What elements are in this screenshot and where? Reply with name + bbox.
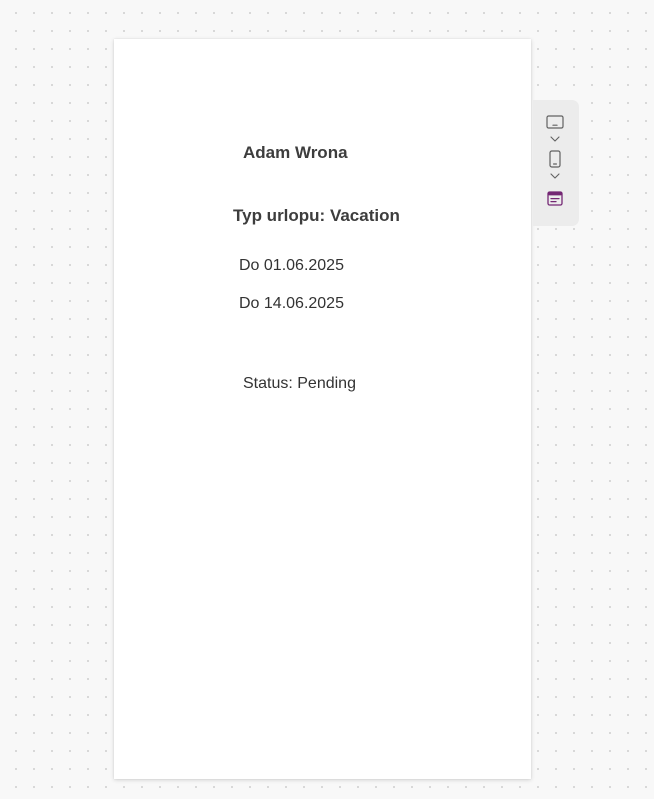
form-layout-icon	[547, 190, 563, 206]
date-from-label: Do 01.06.2025	[239, 257, 344, 274]
chevron-down-icon	[550, 136, 560, 142]
form-layout-button[interactable]	[544, 187, 566, 209]
phone-icon	[549, 150, 561, 168]
phone-button[interactable]	[544, 148, 566, 170]
chevron-down-icon	[550, 173, 560, 179]
date-to-label: Do 14.06.2025	[239, 295, 344, 312]
phone-options-chevron[interactable]	[548, 171, 562, 181]
status-label: Status: Pending	[243, 375, 356, 392]
tablet-landscape-button[interactable]	[544, 111, 566, 133]
app-canvas: Adam Wrona Typ urlopu: Vacation Do 01.06…	[114, 39, 531, 779]
tablet-landscape-icon	[546, 115, 564, 129]
device-preview-toolbar	[533, 100, 579, 226]
tablet-options-chevron[interactable]	[548, 134, 562, 144]
employee-name-label: Adam Wrona	[243, 143, 348, 162]
leave-type-label: Typ urlopu: Vacation	[233, 206, 400, 225]
